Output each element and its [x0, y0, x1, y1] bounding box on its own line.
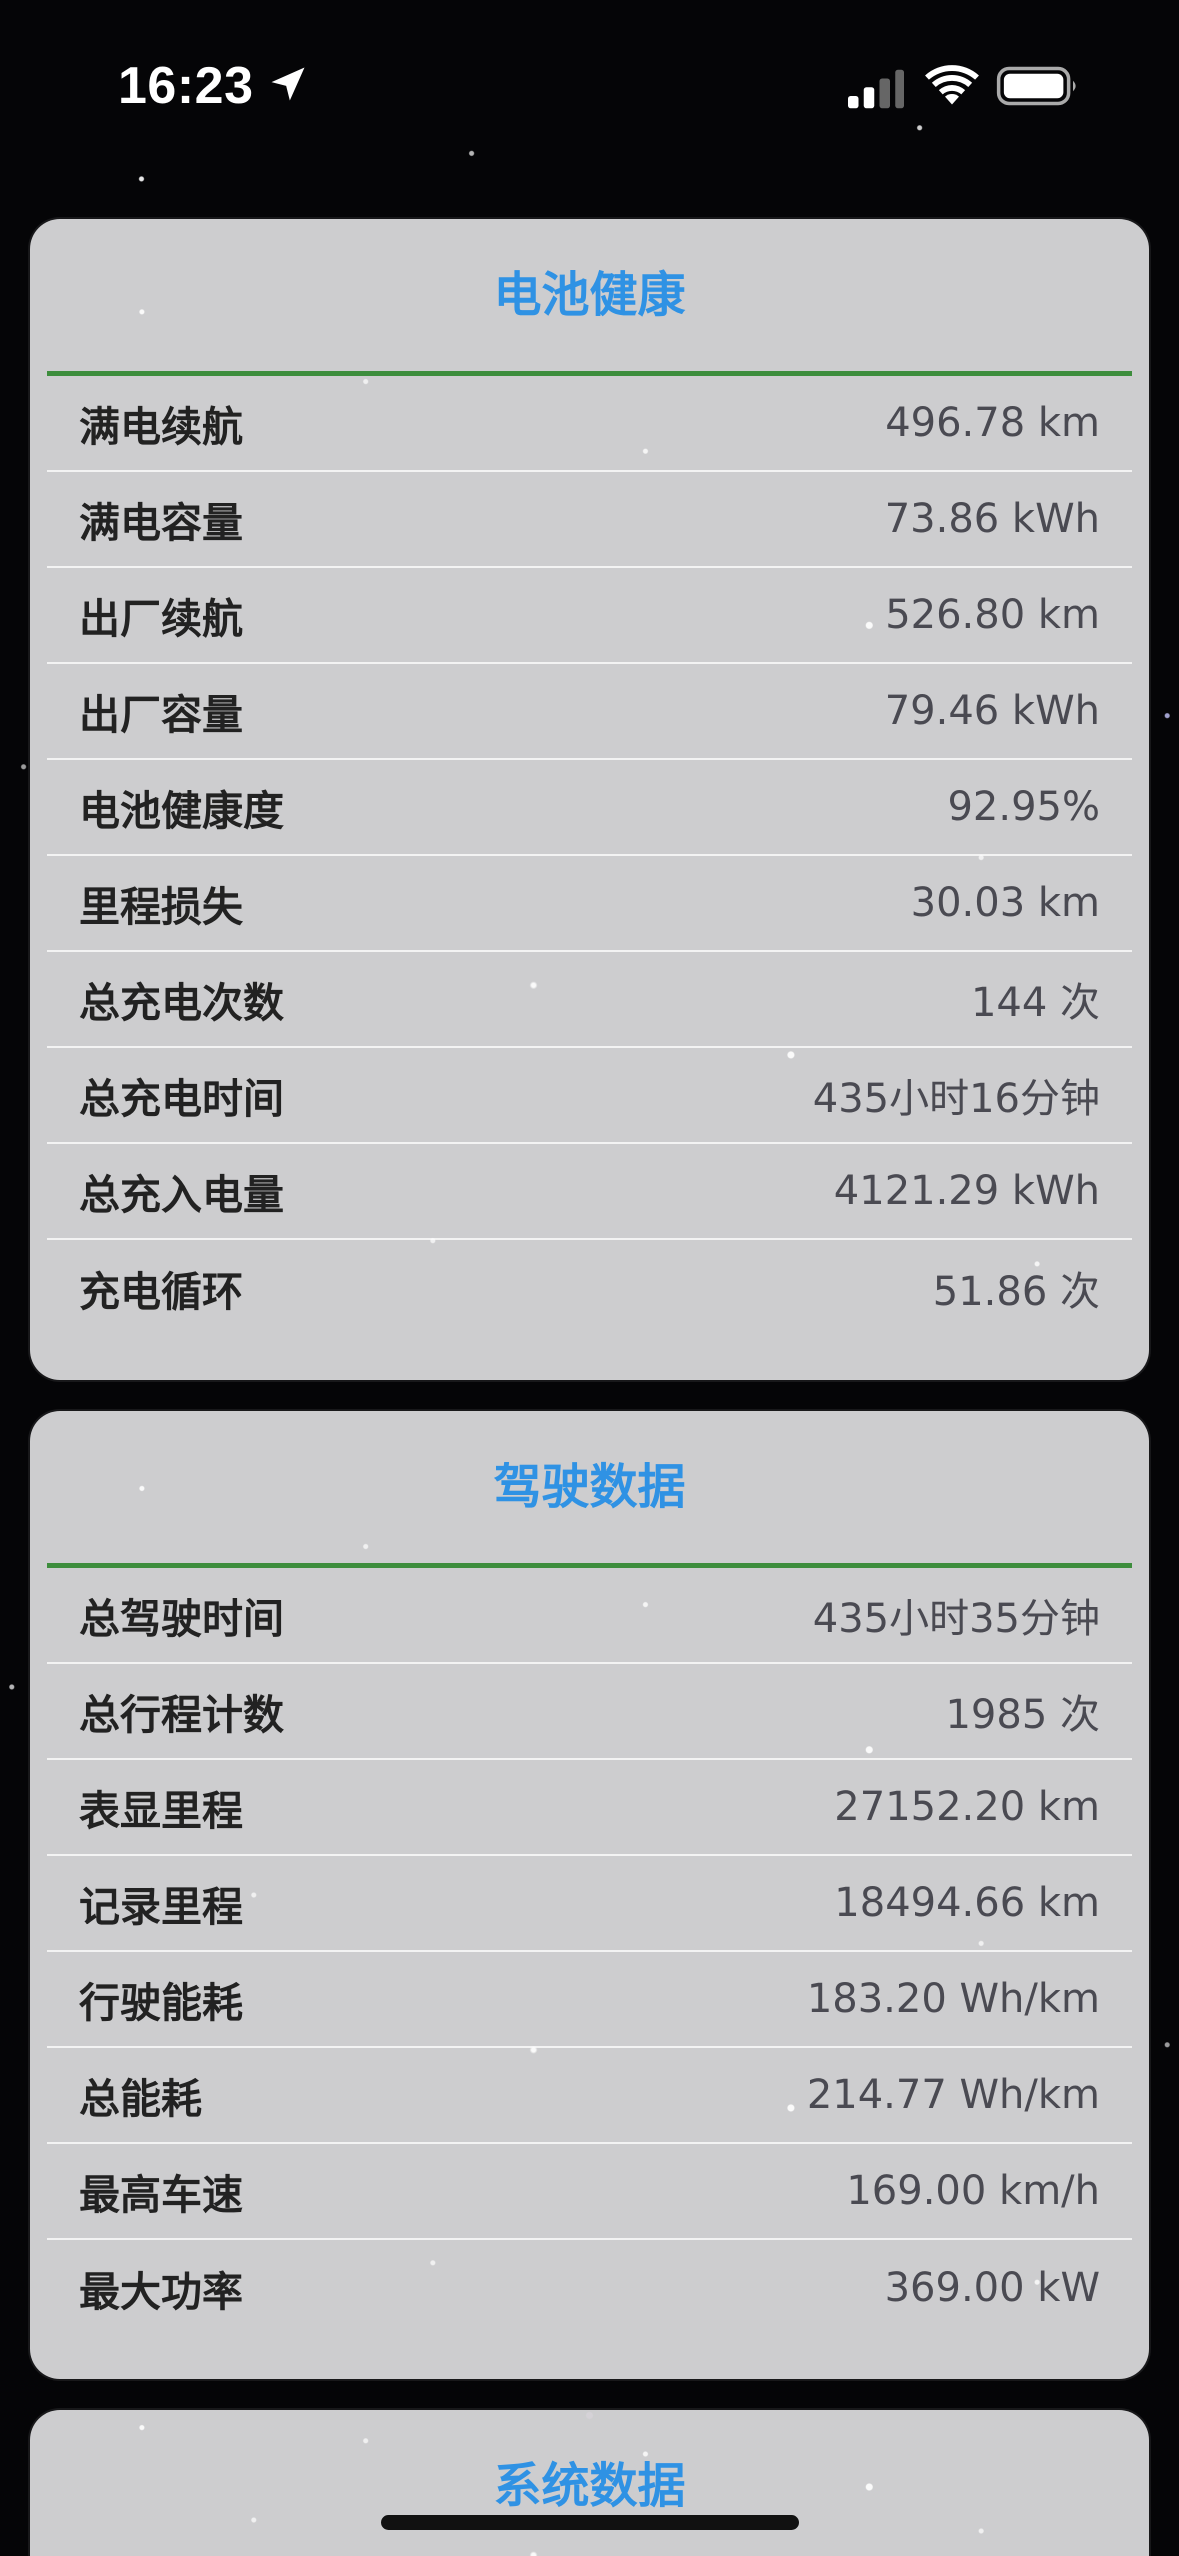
cellular-signal-icon: [848, 69, 904, 109]
row-value: 144 次: [970, 980, 1100, 1026]
row-label: 总能耗: [79, 2075, 202, 2123]
driving-data-list: 总驾驶时间 435小时35分钟 总行程计数 1985 次 表显里程 27152.20 …: [47, 1568, 1132, 2336]
row-label: 表显里程: [79, 1787, 243, 1835]
system-data-card: 系统数据: [30, 2410, 1149, 2556]
list-item: 满电容量 73.86 kWh: [47, 472, 1132, 568]
row-label: 满电容量: [79, 499, 243, 547]
row-label: 最高车速: [79, 2171, 243, 2219]
location-arrow-icon: [271, 67, 305, 101]
list-item: 出厂容量 79.46 kWh: [47, 664, 1132, 760]
row-value: 369.00 kW: [884, 2265, 1100, 2311]
row-label: 记录里程: [79, 1883, 243, 1931]
row-label: 满电续航: [79, 403, 243, 451]
row-label: 总充电时间: [79, 1075, 284, 1123]
battery-health-list: 满电续航 496.78 km 满电容量 73.86 kWh 出厂续航 526.80 k…: [47, 376, 1132, 1336]
battery-icon: [996, 66, 1076, 106]
list-item: 表显里程 27152.20 km: [47, 1760, 1132, 1856]
row-value: 27152.20 km: [834, 1784, 1100, 1830]
card-title: 驾驶数据: [493, 1459, 686, 1515]
row-label: 最大功率: [79, 2268, 243, 2316]
row-value: 51.86 次: [932, 1269, 1100, 1315]
list-item: 总行程计数 1985 次: [47, 1664, 1132, 1760]
row-value: 30.03 km: [910, 880, 1100, 926]
card-title: 系统数据: [493, 2458, 686, 2514]
row-value: 435小时35分钟: [812, 1596, 1100, 1642]
list-item: 总能耗 214.77 Wh/km: [47, 2048, 1132, 2144]
list-item: 充电循环 51.86 次: [47, 1240, 1132, 1336]
row-value: 183.20 Wh/km: [806, 1976, 1100, 2022]
home-indicator[interactable]: [381, 2515, 799, 2530]
row-value: 1985 次: [945, 1692, 1100, 1738]
list-item: 出厂续航 526.80 km: [47, 568, 1132, 664]
row-value: 435小时16分钟: [812, 1076, 1100, 1122]
list-item: 最大功率 369.00 kW: [47, 2240, 1132, 2336]
list-item: 电池健康度 92.95%: [47, 760, 1132, 856]
row-label: 出厂续航: [79, 595, 243, 643]
row-label: 充电循环: [79, 1268, 243, 1316]
row-label: 总充电次数: [79, 979, 284, 1027]
list-item: 行驶能耗 183.20 Wh/km: [47, 1952, 1132, 2048]
row-value: 169.00 km/h: [846, 2168, 1100, 2214]
row-label: 总充入电量: [79, 1171, 284, 1219]
row-value: 18494.66 km: [834, 1880, 1100, 1926]
row-label: 出厂容量: [79, 691, 243, 739]
status-bar: 16:23: [0, 0, 1179, 170]
list-item: 总充电次数 144 次: [47, 952, 1132, 1048]
row-value: 526.80 km: [885, 592, 1100, 638]
card-title: 电池健康: [493, 267, 686, 323]
row-value: 79.46 kWh: [884, 688, 1100, 734]
row-value: 496.78 km: [885, 400, 1100, 446]
list-item: 记录里程 18494.66 km: [47, 1856, 1132, 1952]
list-item: 满电续航 496.78 km: [47, 376, 1132, 472]
row-label: 里程损失: [79, 883, 243, 931]
row-label: 行驶能耗: [79, 1979, 243, 2027]
list-item: 里程损失 30.03 km: [47, 856, 1132, 952]
row-label: 总行程计数: [79, 1691, 284, 1739]
row-label: 总驾驶时间: [79, 1595, 284, 1643]
list-item: 总充入电量 4121.29 kWh: [47, 1144, 1132, 1240]
list-item: 总充电时间 435小时16分钟: [47, 1048, 1132, 1144]
list-item: 最高车速 169.00 km/h: [47, 2144, 1132, 2240]
row-value: 92.95%: [947, 784, 1100, 830]
screen: 16:23 电池健康 满电续航 496.78 km 满电容量 73.86 kWh: [0, 0, 1179, 2556]
row-value: 4121.29 kWh: [833, 1168, 1100, 1214]
row-label: 电池健康度: [79, 787, 284, 835]
wifi-icon: [925, 65, 979, 105]
row-value: 73.86 kWh: [884, 496, 1100, 542]
driving-data-card: 驾驶数据 总驾驶时间 435小时35分钟 总行程计数 1985 次 表显里程 2715…: [30, 1411, 1149, 2379]
row-value: 214.77 Wh/km: [806, 2072, 1100, 2118]
battery-health-card: 电池健康 满电续航 496.78 km 满电容量 73.86 kWh 出厂续航 526…: [30, 219, 1149, 1380]
status-time: 16:23: [118, 57, 254, 115]
list-item: 总驾驶时间 435小时35分钟: [47, 1568, 1132, 1664]
